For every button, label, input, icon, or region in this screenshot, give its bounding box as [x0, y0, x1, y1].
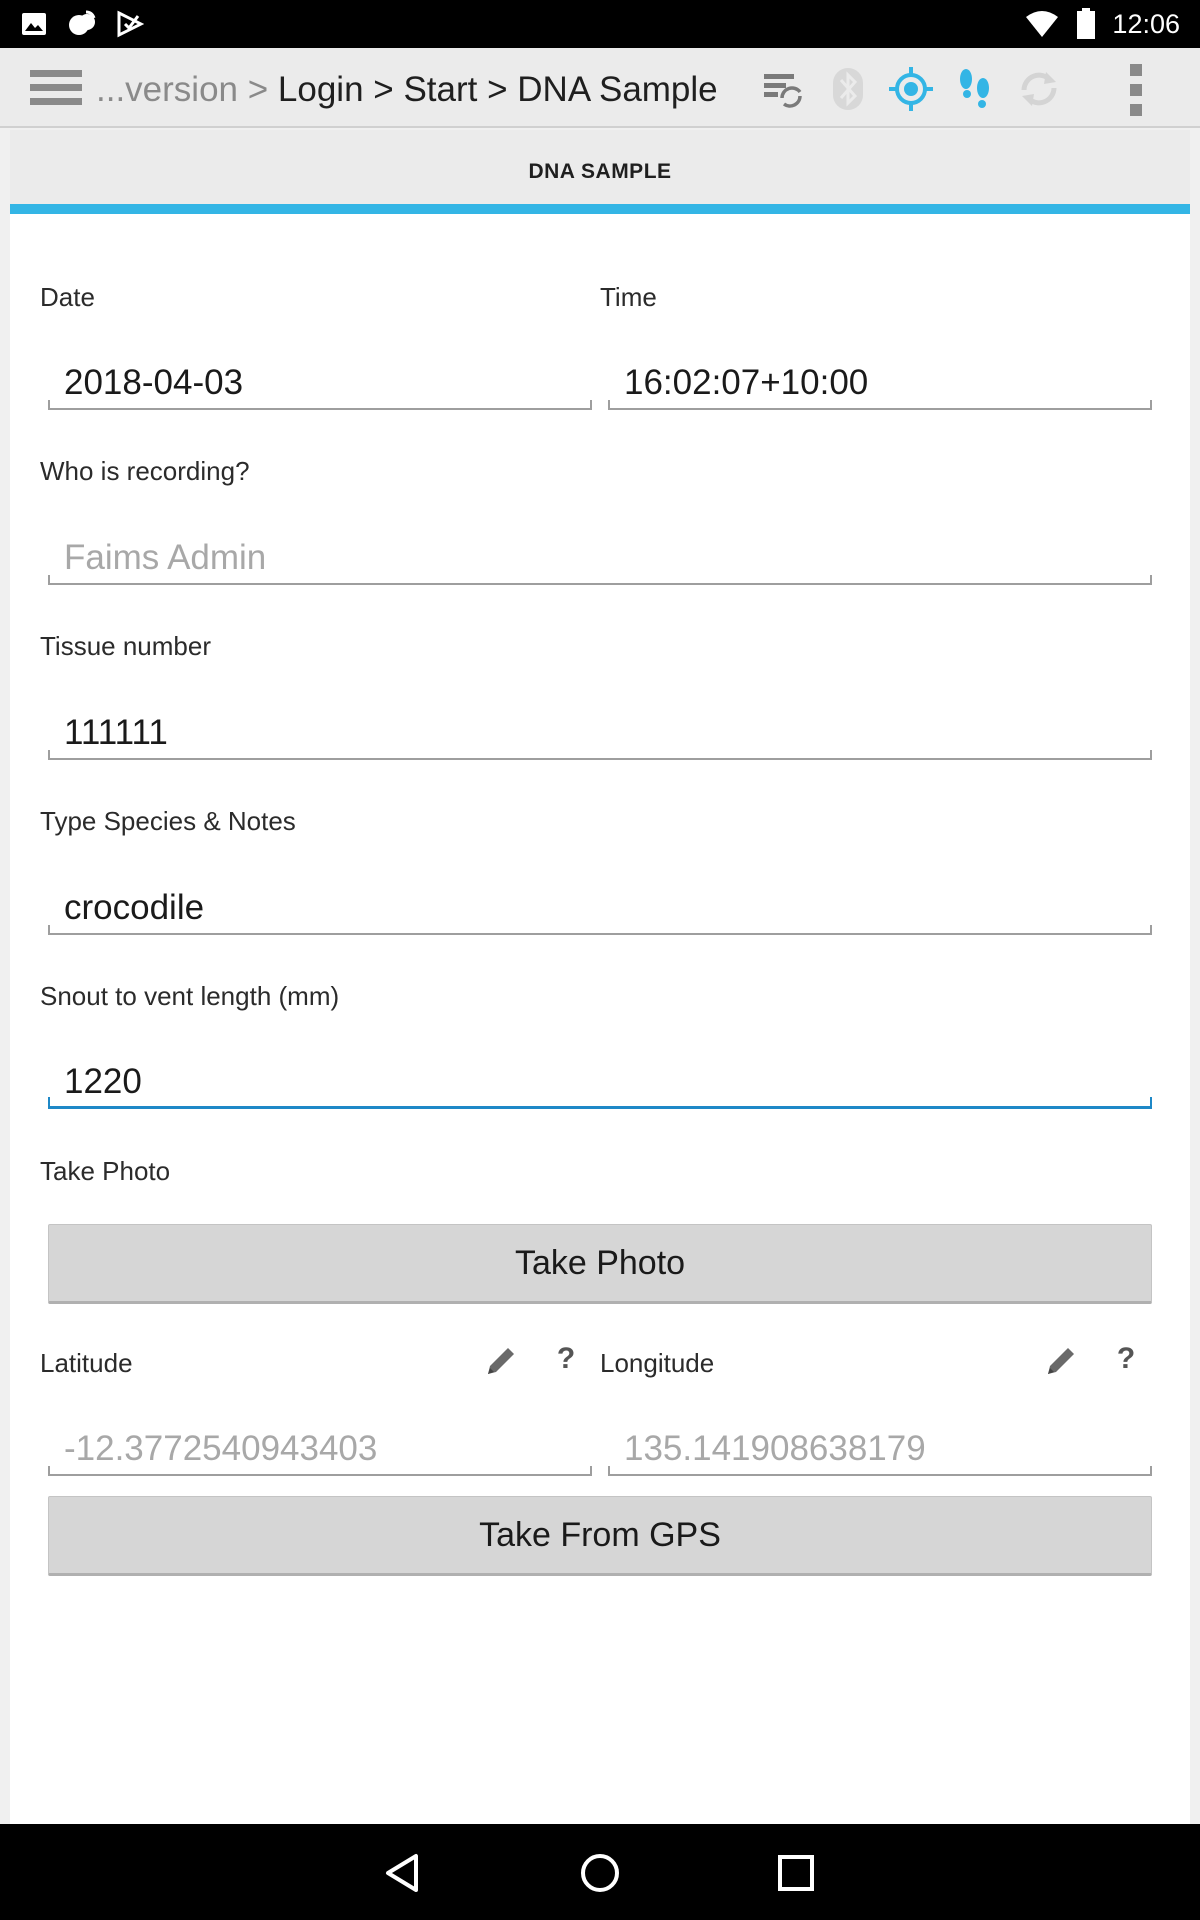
take-from-gps-button-label: Take From GPS	[479, 1516, 721, 1554]
longitude-help-icon[interactable]: ?	[1114, 1342, 1138, 1376]
recorder-value: Faims Admin	[64, 538, 267, 577]
breadcrumb-item-start[interactable]: Start	[403, 70, 477, 109]
image-icon	[22, 13, 46, 35]
snout-length-field[interactable]: 1220	[48, 1059, 1152, 1109]
back-icon[interactable]	[378, 1848, 428, 1898]
take-from-gps-button[interactable]: Take From GPS	[48, 1496, 1152, 1576]
overflow-menu-icon[interactable]	[1128, 64, 1144, 116]
species-notes-field[interactable]: crocodile	[48, 885, 1152, 935]
date-label: Date	[40, 282, 95, 312]
time-label: Time	[600, 282, 657, 312]
species-label: Type Species & Notes	[40, 806, 296, 836]
recents-icon[interactable]	[771, 1848, 821, 1898]
tab-indicator	[10, 204, 1190, 214]
snout-length-value: 1220	[64, 1062, 142, 1101]
status-time: 12:06	[1112, 8, 1180, 39]
refresh-icon[interactable]	[1016, 66, 1062, 112]
latitude-label: Latitude	[40, 1348, 133, 1378]
snout-length-label: Snout to vent length (mm)	[40, 981, 340, 1011]
longitude-field[interactable]: 135.141908638179	[608, 1426, 1152, 1476]
latitude-help-icon[interactable]: ?	[554, 1342, 578, 1376]
play-store-icon	[117, 10, 144, 38]
tissue-value: 111111	[64, 713, 168, 752]
recorder-label: Who is recording?	[40, 456, 250, 486]
breadcrumb-separator: >	[487, 70, 518, 109]
sync-status-icon[interactable]	[760, 66, 806, 112]
time-field[interactable]: 16:02:07+10:00	[608, 360, 1152, 410]
breadcrumb-separator: >	[247, 70, 278, 109]
take-photo-button-label: Take Photo	[514, 1244, 686, 1282]
navigation-bar	[0, 1824, 1200, 1920]
status-bar: 12:06	[0, 0, 1200, 48]
edit-latitude-icon[interactable]	[484, 1344, 518, 1378]
menu-icon[interactable]	[30, 68, 82, 108]
form-content: Date Time 2018-04-03 16:02:07+10:00 Who …	[10, 214, 1190, 1824]
tissue-label: Tissue number	[40, 631, 211, 661]
breadcrumb-item-dna-sample[interactable]: DNA Sample	[517, 70, 717, 109]
breadcrumb-separator: >	[373, 70, 404, 109]
breadcrumb: ...version > Login > Start > DNA Sample	[96, 68, 718, 112]
latitude-value: -12.3772540943403	[64, 1429, 378, 1468]
latitude-field[interactable]: -12.3772540943403	[48, 1426, 592, 1476]
battery-icon	[1077, 8, 1096, 39]
breadcrumb-truncated[interactable]: ...version	[96, 70, 238, 109]
longitude-value: 135.141908638179	[624, 1429, 926, 1468]
wifi-icon	[1026, 11, 1059, 37]
tracking-icon[interactable]	[952, 66, 998, 112]
bluetooth-icon[interactable]	[825, 66, 871, 112]
home-icon[interactable]	[575, 1848, 625, 1898]
tab-label: DNA SAMPLE	[528, 160, 672, 183]
gps-icon[interactable]	[888, 66, 934, 112]
date-value: 2018-04-03	[64, 363, 244, 402]
edit-longitude-icon[interactable]	[1044, 1344, 1078, 1378]
take-photo-label: Take Photo	[40, 1156, 171, 1186]
take-photo-button[interactable]: Take Photo	[48, 1224, 1152, 1304]
tissue-number-field[interactable]: 111111	[48, 710, 1152, 760]
cloud-icon	[69, 10, 96, 35]
action-bar: ...version > Login > Start > DNA Sample	[0, 48, 1200, 128]
species-value: crocodile	[64, 888, 205, 927]
time-value: 16:02:07+10:00	[624, 363, 869, 402]
recorder-field[interactable]: Faims Admin	[48, 535, 1152, 585]
tab-dna-sample[interactable]: DNA SAMPLE	[10, 130, 1190, 214]
longitude-label: Longitude	[600, 1348, 715, 1378]
breadcrumb-item-login[interactable]: Login	[278, 70, 364, 109]
date-field[interactable]: 2018-04-03	[48, 360, 592, 410]
